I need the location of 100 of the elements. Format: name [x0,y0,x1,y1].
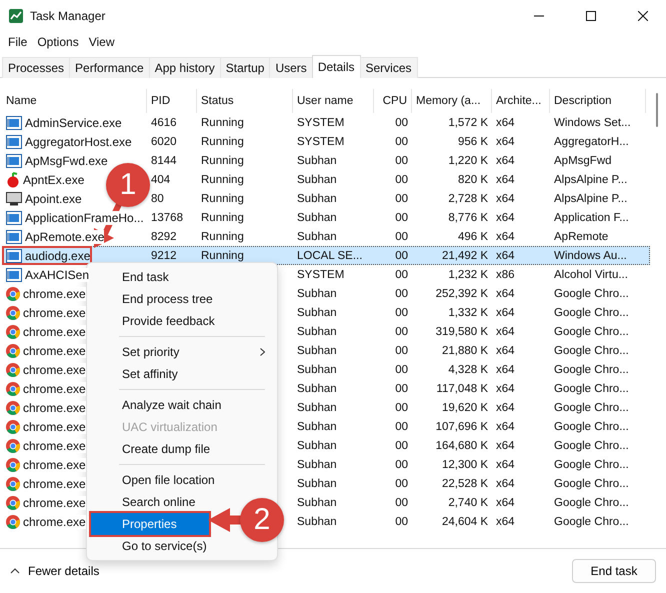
table-cell-text: Google Chro... [553,478,630,490]
table-cell-text: 117,048 K [435,382,489,394]
table-cell-text: 1,220 K [447,154,489,166]
program-icon [6,210,22,224]
program-icon [6,230,22,244]
table-cell-text: Subhan [296,154,338,166]
table-cell-text: 13768 [150,212,184,224]
table-cell-text: 8,776 K [447,212,489,224]
table-cell-text: x64 [495,230,516,242]
table-cell-text: Subhan [296,288,338,300]
menu-item[interactable]: File [3,35,32,49]
tab[interactable]: Performance [69,57,150,78]
table-cell-text: Subhan [296,382,338,394]
menu-item[interactable]: Properties [91,513,209,535]
menu-item[interactable]: Analyze wait chain [91,394,230,416]
table-cell-text: 4616 [150,116,178,128]
table-cell-text: Subhan [296,212,338,224]
table-cell-text: x64 [495,420,516,432]
table-cell-text: Application F... [553,212,630,224]
menu-item[interactable]: Set affinity [91,363,209,385]
program-icon [6,116,22,130]
column-header[interactable]: Description [550,89,646,113]
column-header[interactable]: Status [197,89,293,113]
process-name: AdminService.exe [25,116,122,130]
process-name: chrome.exe [23,344,86,358]
browser-icon [6,438,20,452]
process-name: audiodg.exe [25,248,90,262]
browser-icon [6,324,20,338]
menu-item[interactable]: Set priority [91,341,273,363]
process-name: chrome.exe [23,438,86,452]
menu-item[interactable]: End process tree [91,288,221,310]
process-name: chrome.exe [23,496,86,510]
program-icon [6,134,22,148]
table-cell-text: Google Chro... [553,382,630,394]
menu-item[interactable]: Open file location [91,469,223,491]
table-cell-text: 00 [394,382,409,394]
menu-item[interactable]: Search online [91,491,209,513]
table-cell-text: 107,696 K [434,420,489,432]
tab[interactable]: Services [360,57,418,78]
process-name: chrome.exe [23,476,86,490]
chevron-up-icon [10,568,20,574]
column-header[interactable]: Archite... [492,89,550,113]
menu-item[interactable]: View [84,35,120,49]
table-cell-text: 252,392 K [434,288,489,300]
fewer-details-toggle[interactable]: Fewer details [10,564,100,578]
table-cell-text: 2,740 K [447,496,489,508]
menu-item[interactable]: Go to service(s) [91,535,215,557]
table-cell-text: x86 [495,268,516,280]
tab[interactable]: Processes [2,57,70,78]
process-name: ApplicationFrameHo... [25,210,144,224]
table-cell-text: Running [200,250,245,262]
column-header[interactable]: User name [293,89,374,113]
tab[interactable]: App history [148,57,221,78]
menu-item[interactable]: Create dump file [91,438,218,460]
table-cell-text: 00 [394,326,409,338]
table-cell-text: 24,604 K [440,516,489,528]
table-cell-text: x64 [495,116,516,128]
scrollbar-thumb[interactable] [656,93,658,127]
table-cell-text: x64 [495,288,516,300]
table-cell-text: 496 K [456,230,489,242]
table-cell-text: x64 [495,212,516,224]
browser-icon [6,514,20,528]
column-header[interactable]: CPU [374,89,412,113]
table-cell-text: x64 [495,326,516,338]
table-cell-text: SYSTEM [296,136,346,148]
menu-item[interactable]: End task [91,266,209,288]
column-header[interactable]: Name [2,89,147,113]
tab[interactable]: Details [312,55,360,78]
table-cell-text: x64 [495,136,516,148]
table-cell-text: 00 [394,364,409,376]
table-cell-text: 00 [394,344,409,356]
table-cell-text: Windows Set... [553,116,632,128]
tab[interactable]: Users [269,57,313,78]
table-cell-text: 00 [394,136,409,148]
table-cell-text: 00 [394,458,409,470]
table-cell-text: x64 [495,516,516,528]
window-title: Task Manager [30,9,106,23]
table-cell-text: 956 K [456,136,489,148]
menu-item[interactable]: Options [32,35,84,49]
table-cell-text: 00 [394,154,409,166]
table-cell-text: Running [200,154,245,166]
process-name: chrome.exe [23,458,86,472]
column-header[interactable]: Memory (a... [412,89,492,113]
table-cell-text: SYSTEM [296,268,346,280]
end-task-button[interactable]: End task [572,559,656,583]
browser-icon [6,382,20,396]
tab[interactable]: Startup [220,57,270,78]
menu-item[interactable]: Provide feedback [91,310,223,332]
close-icon [638,11,648,21]
table-cell-text: 21,880 K [440,344,489,356]
table-cell-text: Subhan [296,326,338,338]
table-cell-text: 00 [394,192,409,204]
table-cell-text: Google Chro... [553,458,630,470]
table-cell-text: 6020 [150,136,178,148]
program-icon [6,154,22,168]
table-cell-text: 22,528 K [440,478,489,490]
table-cell-text: Subhan [296,420,338,432]
table-cell-text: x64 [495,402,516,414]
maximize-icon [586,11,596,21]
column-header[interactable]: PID [147,89,197,113]
